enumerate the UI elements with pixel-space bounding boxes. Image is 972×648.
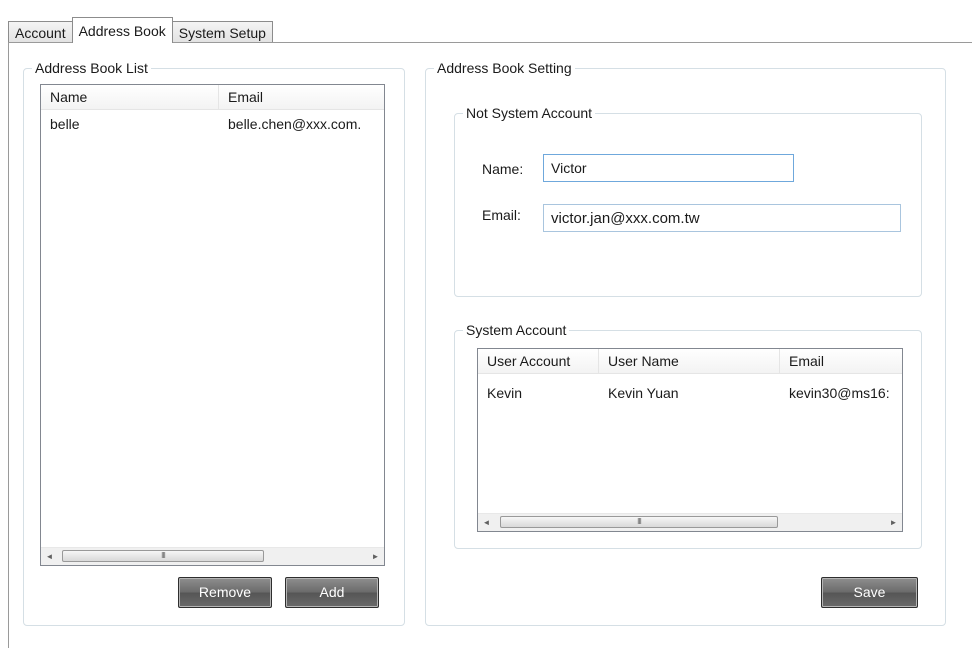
scroll-right-icon[interactable]: ►	[885, 514, 902, 531]
table-row[interactable]: Kevin Kevin Yuan kevin30@ms16:	[478, 382, 902, 404]
cell-email: belle.chen@xxx.com.	[228, 116, 362, 132]
name-input[interactable]	[543, 154, 794, 182]
scroll-right-icon[interactable]: ►	[367, 548, 384, 565]
cell-name: belle	[50, 116, 80, 132]
column-header-user-name[interactable]: User Name	[599, 349, 780, 373]
tab-label: Account	[15, 24, 66, 41]
email-input[interactable]	[543, 204, 901, 232]
panel-border	[8, 42, 9, 648]
tab-system-setup[interactable]: System Setup	[171, 21, 273, 43]
cell-user-account: Kevin	[487, 385, 523, 401]
group-title: Address Book Setting	[434, 59, 575, 77]
tab-label: System Setup	[178, 24, 266, 41]
scrollbar-thumb[interactable]: III	[62, 550, 264, 562]
column-header-email[interactable]: Email	[219, 85, 384, 109]
tab-address-book[interactable]: Address Book	[71, 17, 173, 43]
name-label: Name:	[482, 161, 524, 177]
save-button[interactable]: Save	[821, 577, 918, 608]
tab-bar: Account Address Book System Setup	[8, 17, 273, 43]
add-button[interactable]: Add	[285, 577, 379, 608]
horizontal-scrollbar[interactable]: ◄ III ►	[478, 513, 902, 531]
scroll-left-icon[interactable]: ◄	[41, 548, 58, 565]
system-account-listview[interactable]: User Account User Name Email Kevin Kevin…	[477, 348, 903, 532]
list-item[interactable]: belle belle.chen@xxx.com.	[41, 113, 384, 135]
cell-user-name: Kevin Yuan	[608, 385, 679, 401]
tab-label: Address Book	[78, 22, 166, 39]
scroll-left-icon[interactable]: ◄	[478, 514, 495, 531]
address-book-listview[interactable]: Name Email belle belle.chen@xxx.com. ◄ I…	[40, 84, 385, 566]
email-label: Email:	[482, 207, 521, 223]
column-header-user-account[interactable]: User Account	[478, 349, 599, 373]
remove-button[interactable]: Remove	[178, 577, 272, 608]
group-title: Not System Account	[463, 104, 596, 122]
column-header-name[interactable]: Name	[41, 85, 219, 109]
list-header: User Account User Name Email	[478, 349, 902, 374]
tab-account[interactable]: Account	[8, 21, 73, 43]
cell-email: kevin30@ms16:	[789, 385, 890, 401]
column-header-email[interactable]: Email	[780, 349, 902, 373]
scrollbar-thumb[interactable]: III	[500, 516, 778, 528]
horizontal-scrollbar[interactable]: ◄ III ►	[41, 547, 384, 565]
group-title: System Account	[463, 321, 570, 339]
group-title: Address Book List	[32, 59, 151, 77]
list-header: Name Email	[41, 85, 384, 110]
